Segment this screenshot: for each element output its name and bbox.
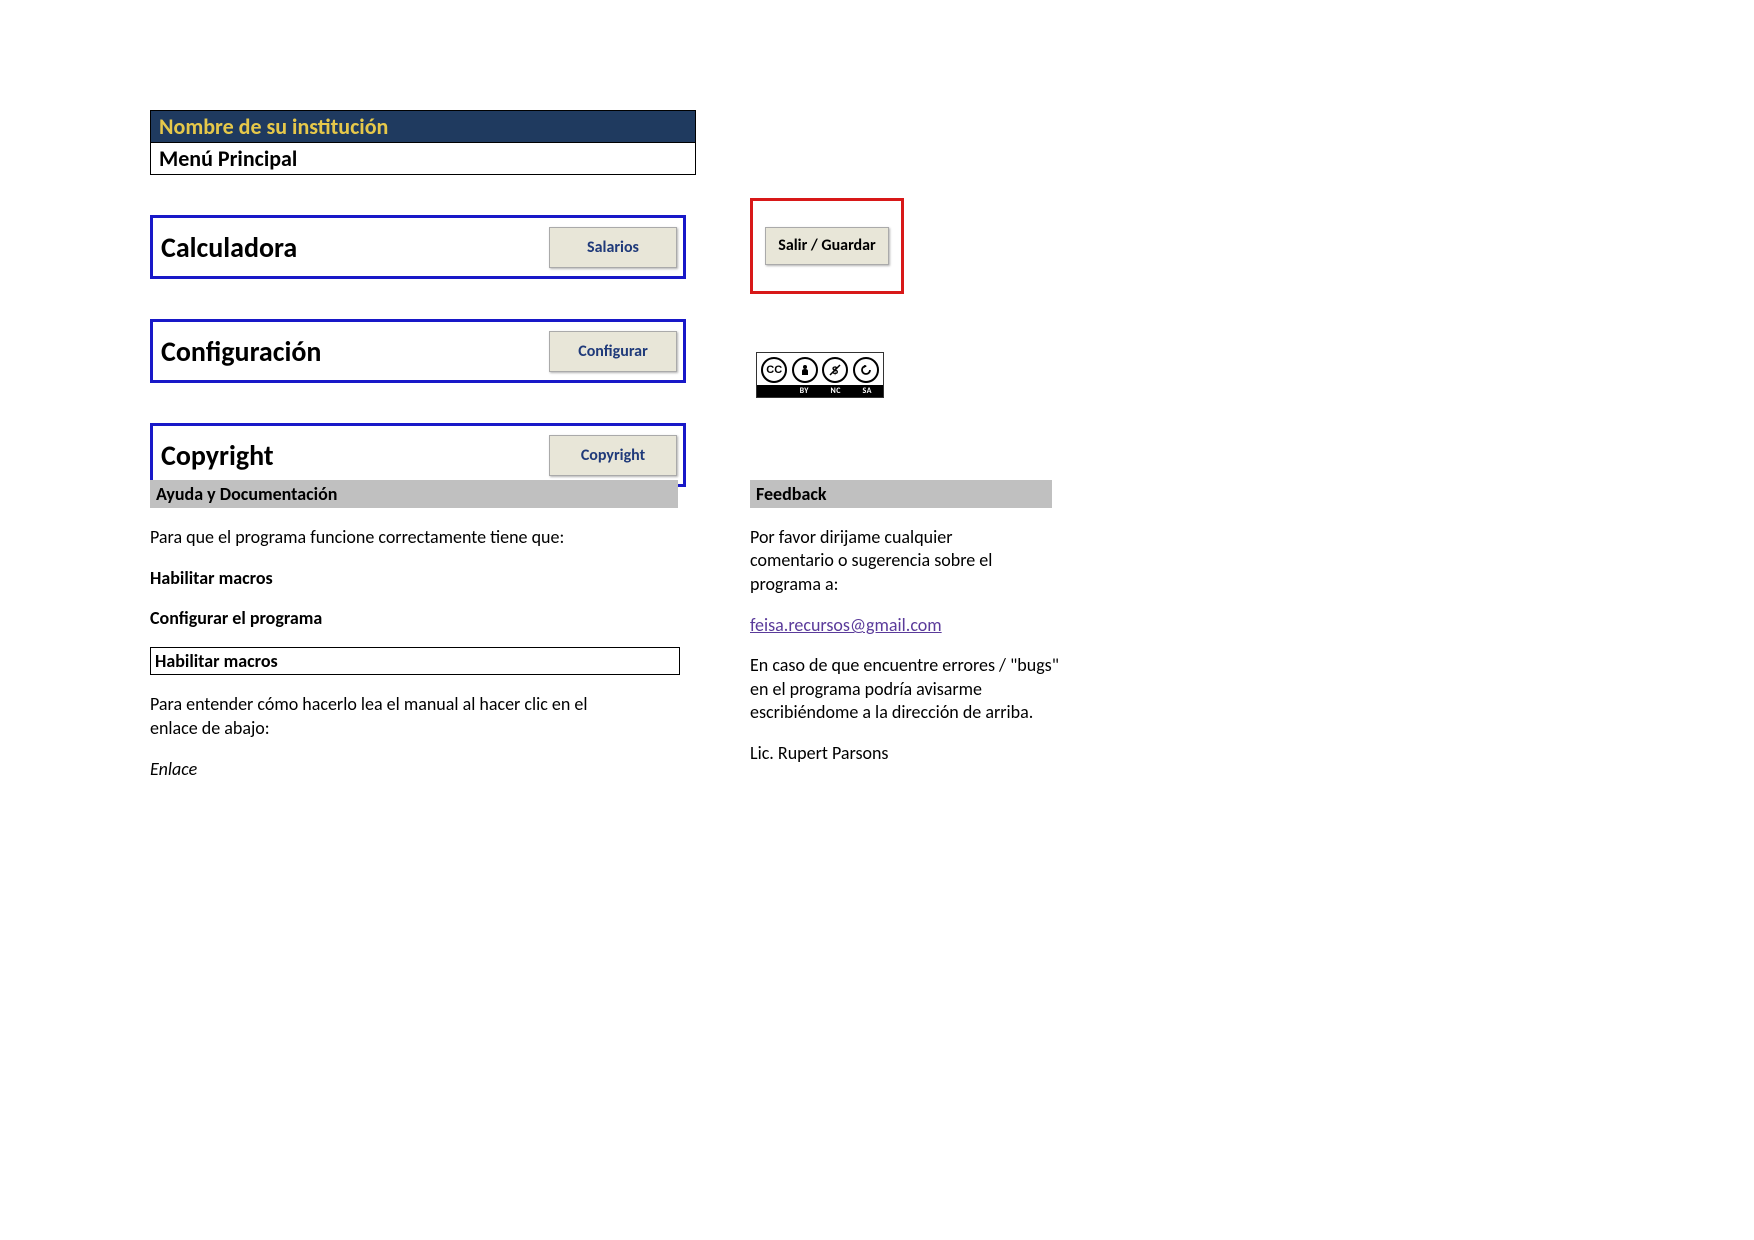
- feedback-intro: Por favor dirijame cualquier comentario …: [750, 526, 1020, 596]
- help-instruction: Para entender cómo hacerlo lea el manual…: [150, 693, 600, 740]
- salarios-button[interactable]: Salarios: [549, 227, 677, 268]
- menu-item-copyright: Copyright Copyright: [150, 423, 686, 487]
- configurar-button[interactable]: Configurar: [549, 331, 677, 372]
- by-icon: [792, 357, 818, 383]
- cc-labels-row: . BY NC SA: [757, 385, 883, 397]
- feedback-author: Lic. Rupert Parsons: [750, 742, 1070, 765]
- menu-label-configuracion: Configuración: [159, 334, 321, 369]
- feedback-email-link[interactable]: feisa.recursos@gmail.com: [750, 614, 942, 636]
- save-exit-box: Salir / Guardar: [750, 198, 904, 294]
- feedback-section: Feedback Por favor dirijame cualquier co…: [750, 480, 1070, 766]
- cc-by-label: BY: [789, 385, 821, 397]
- help-section: Ayuda y Documentación Para que el progra…: [150, 480, 678, 780]
- menu-label-copyright: Copyright: [159, 438, 274, 473]
- help-box-title: Habilitar macros: [150, 647, 680, 675]
- cc-icons-row: CC $: [757, 353, 883, 385]
- institution-header: Nombre de su institución: [150, 110, 696, 142]
- cc-icon: CC: [761, 357, 787, 383]
- nc-icon: $: [822, 357, 848, 383]
- help-header: Ayuda y Documentación: [150, 480, 678, 508]
- menu-item-configuracion: Configuración Configurar: [150, 319, 686, 383]
- save-exit-button[interactable]: Salir / Guardar: [765, 227, 888, 266]
- cc-nc-label: NC: [820, 385, 852, 397]
- menu-item-calculadora: Calculadora Salarios: [150, 215, 686, 279]
- sa-icon: [853, 357, 879, 383]
- menu-label-calculadora: Calculadora: [159, 230, 297, 265]
- help-step2: Configurar el programa: [150, 607, 678, 629]
- feedback-header: Feedback: [750, 480, 1052, 508]
- help-link-label[interactable]: Enlace: [150, 758, 678, 780]
- main-container: Nombre de su institución Menú Principal …: [150, 110, 1150, 487]
- cc-sa-label: SA: [852, 385, 884, 397]
- copyright-button[interactable]: Copyright: [549, 435, 677, 476]
- help-intro: Para que el programa funcione correctame…: [150, 526, 678, 549]
- help-step1: Habilitar macros: [150, 567, 678, 589]
- menu-title: Menú Principal: [150, 142, 696, 175]
- feedback-bugs: En caso de que encuentre errores / "bugs…: [750, 654, 1070, 724]
- cc-license-badge: CC $ . BY NC SA: [756, 352, 884, 398]
